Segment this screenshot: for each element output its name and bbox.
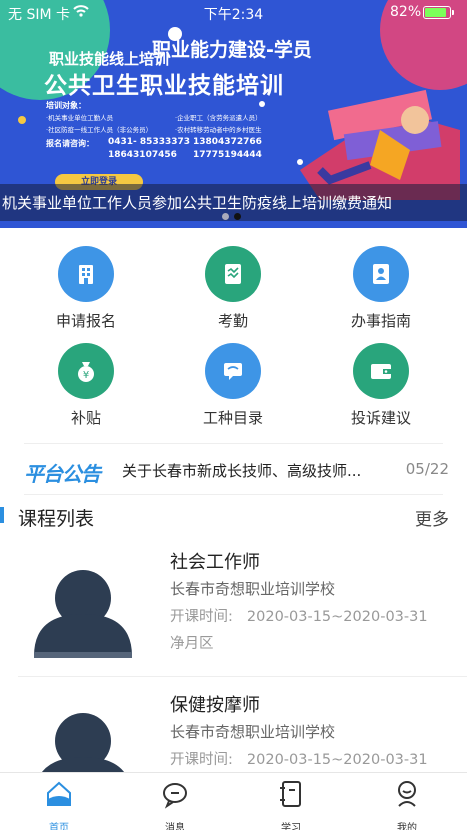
tab-study[interactable]: 学习 [261, 779, 321, 830]
battery-icon [423, 6, 451, 19]
carousel-dots [222, 205, 246, 224]
tab-label: 我的 [397, 823, 417, 830]
menu-subsidy[interactable]: ¥ 补贴 [36, 343, 136, 428]
notice-date: 05/22 [405, 460, 449, 478]
course-list-title: 课程列表 [18, 508, 95, 530]
study-icon [280, 781, 301, 807]
banner-heading: 职业能力建设-学员 [152, 39, 312, 61]
banner-phone: 13804372766 [193, 137, 262, 147]
course-name: 社会工作师 [170, 552, 260, 573]
catalog-icon [205, 343, 261, 399]
attendance-icon [205, 246, 261, 302]
guide-icon [353, 246, 409, 302]
menu-complaint[interactable]: 投诉建议 [331, 343, 431, 428]
home-icon [47, 781, 71, 806]
banner-caption[interactable]: 机关事业单位工作人员参加公共卫生防疫线上培训缴费通知 [2, 192, 392, 213]
status-bar: 无 SIM 卡 下午2:34 82% [0, 0, 467, 24]
course-school: 长春市奇想职业培训学校 [170, 723, 336, 741]
course-name: 保健按摩师 [170, 695, 260, 716]
divider [18, 676, 467, 677]
notice-text[interactable]: 关于长春市新成长技师、高级技师... [122, 460, 361, 481]
menu-label: 申请报名 [55, 312, 116, 330]
tab-messages[interactable]: 消息 [145, 779, 205, 830]
notice-logo: 平台公告 [24, 462, 101, 486]
tab-profile[interactable]: 我的 [377, 779, 437, 830]
tab-label: 学习 [281, 823, 301, 830]
tab-label: 首页 [49, 823, 69, 830]
avatar-placeholder-icon [34, 570, 132, 658]
menu-guide[interactable]: 办事指南 [331, 246, 431, 331]
course-item[interactable]: 社会工作师 长春市奇想职业培训学校 开课时间: 2020-03-15~2020-0… [0, 540, 467, 680]
menu-label: 办事指南 [350, 312, 411, 330]
banner-target: ·机关事业单位工勤人员 [46, 114, 114, 122]
banner-carousel[interactable]: 无 SIM 卡 下午2:34 82% 职业技能线上培训 职业能力建设-学员 公共… [0, 0, 467, 228]
menu-label: 工种目录 [202, 409, 263, 427]
more-link[interactable]: 更多 [415, 505, 449, 530]
banner-phone: 0431- 85333373 [108, 137, 191, 147]
money-bag-icon: ¥ [58, 343, 114, 399]
banner-phone: 17775194444 [193, 150, 262, 160]
menu-catalog[interactable]: 工种目录 [183, 343, 283, 428]
menu-label: 考勤 [217, 312, 248, 330]
svg-text:¥: ¥ [83, 370, 89, 381]
course-school: 长春市奇想职业培训学校 [170, 580, 336, 598]
tab-home[interactable]: 首页 [29, 779, 89, 830]
wallet-icon [353, 343, 409, 399]
menu-label: 补贴 [70, 409, 101, 427]
menu-apply[interactable]: 申请报名 [36, 246, 136, 331]
course-time: 开课时间: 2020-03-15~2020-03-31 [170, 609, 428, 625]
platform-notice[interactable]: 平台公告 关于长春市新成长技师、高级技师... 05/22 [24, 443, 449, 495]
tab-bar: 首页 消息 学习 我的 [0, 772, 467, 830]
banner-contact-label: 报名请咨询： [46, 139, 94, 148]
banner-phone: 18643107456 [108, 150, 177, 160]
section-accent-bar [0, 507, 4, 523]
course-area: 净月区 [170, 636, 214, 652]
banner-target: ·农村转移劳动者中的乡村医生 [175, 126, 262, 134]
menu-label: 投诉建议 [350, 409, 411, 427]
battery-percent: 82% [390, 4, 422, 20]
banner-target: ·企业职工（含劳务派遣人员） [175, 114, 262, 122]
banner-title: 公共卫生职业技能培训 [44, 73, 284, 99]
profile-icon [398, 781, 416, 807]
banner-target: ·社区防疫一线工作人员（非公务员） [46, 126, 153, 134]
message-icon [163, 783, 187, 809]
tab-label: 消息 [165, 823, 185, 830]
building-icon [58, 246, 114, 302]
menu-attendance[interactable]: 考勤 [183, 246, 283, 331]
course-time: 开课时间: 2020-03-15~2020-03-31 [170, 752, 428, 768]
banner-target-label: 培训对象： [46, 101, 86, 110]
